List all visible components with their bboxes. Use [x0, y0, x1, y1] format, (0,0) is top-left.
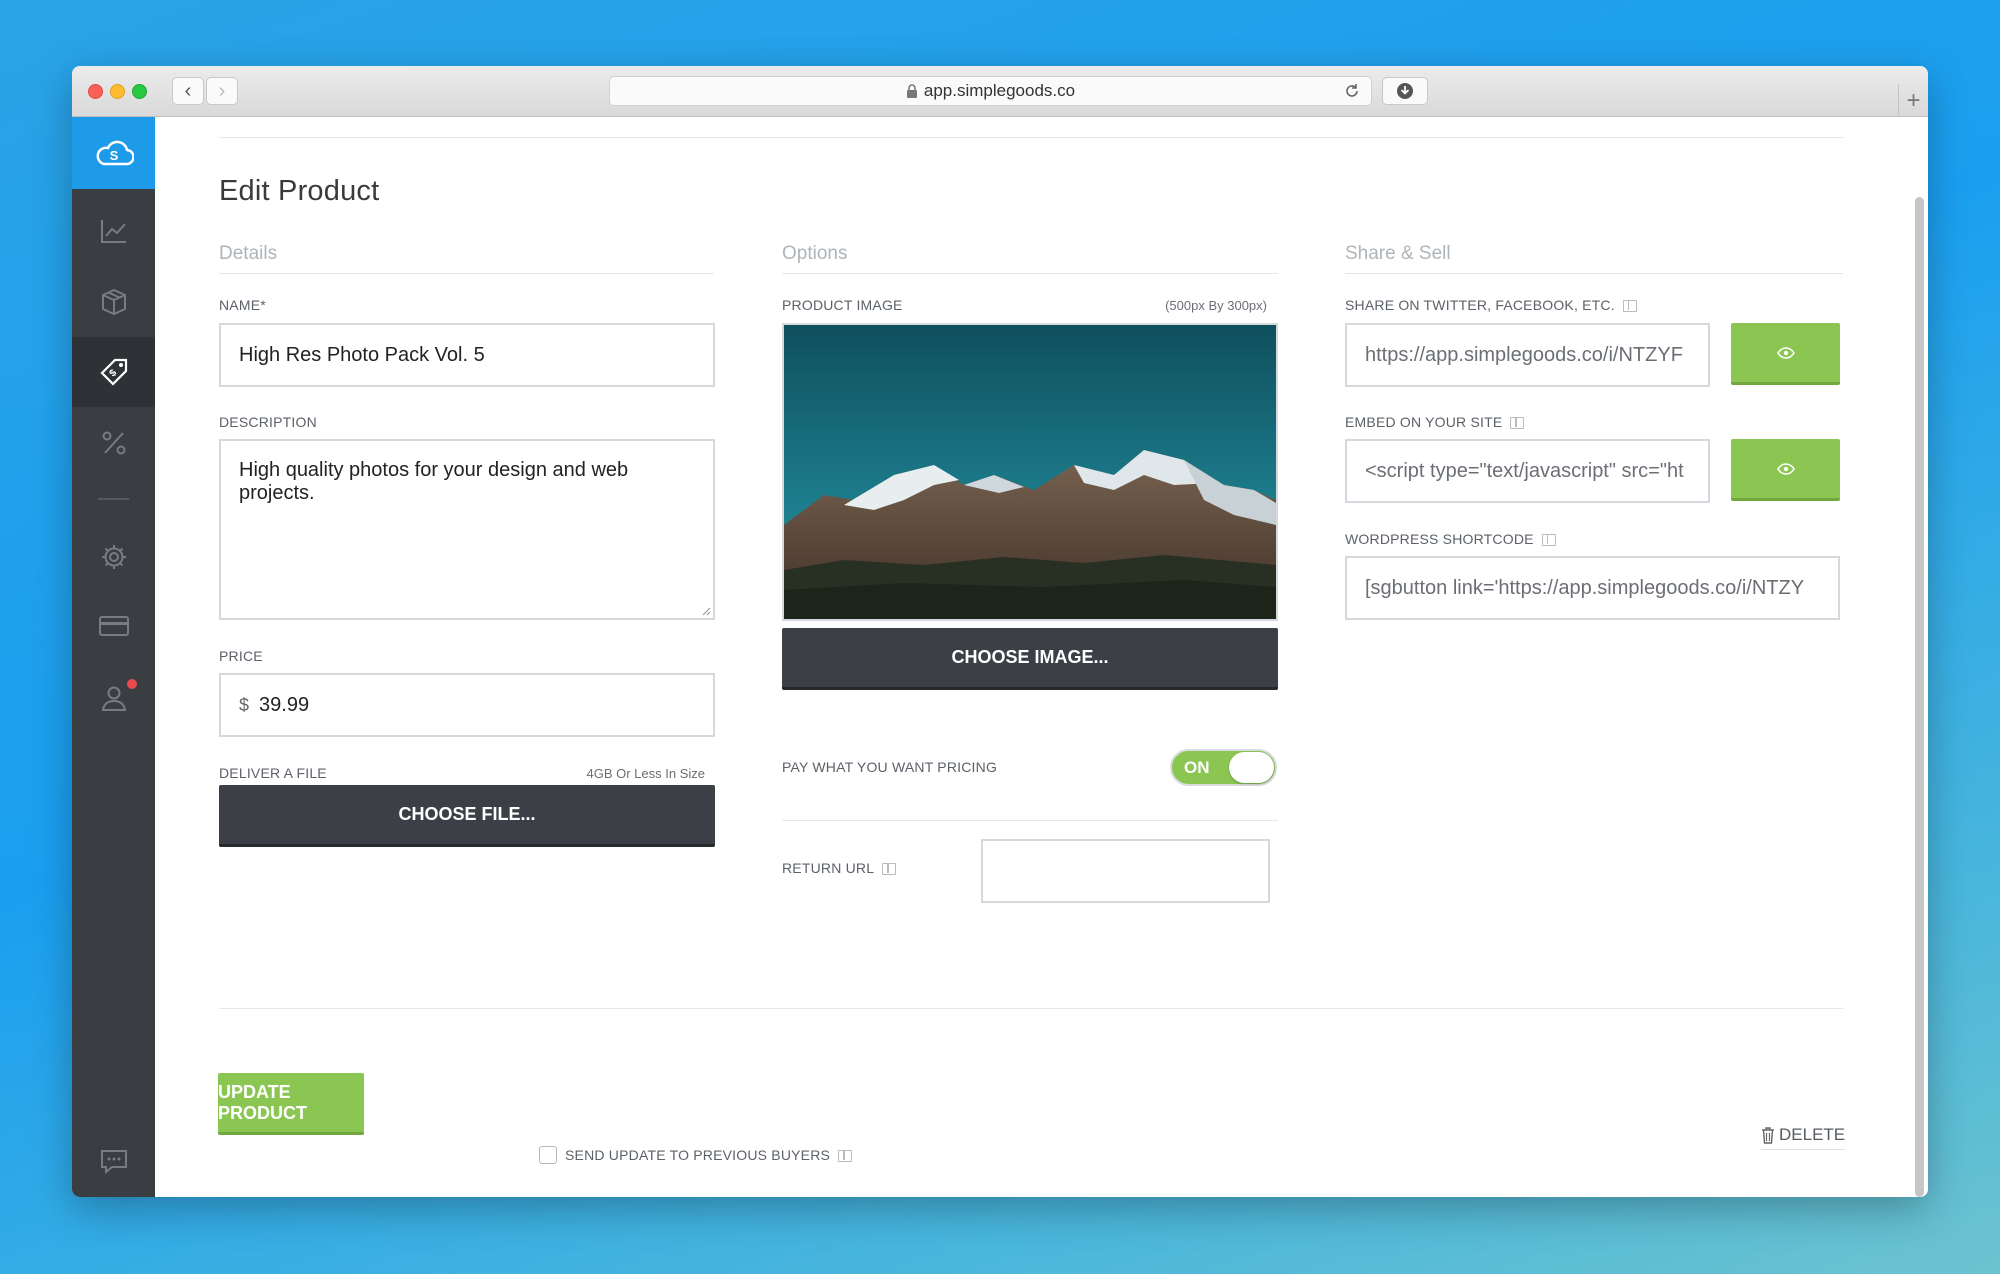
- deliver-file-label: DELIVER A FILE: [219, 765, 327, 781]
- social-share-label: SHARE ON TWITTER, FACEBOOK, ETC.: [1345, 297, 1637, 313]
- sidebar-item-settings[interactable]: [72, 522, 155, 592]
- choose-image-button[interactable]: CHOOSE IMAGE...: [782, 628, 1278, 690]
- price-label: PRICE: [219, 648, 263, 664]
- sidebar-item-products[interactable]: [72, 267, 155, 337]
- tag-icon: $: [99, 358, 127, 386]
- share-heading: Share & Sell: [1345, 243, 1843, 274]
- credit-card-icon: [98, 616, 129, 636]
- sidebar-item-billing[interactable]: [72, 591, 155, 661]
- sidebar-divider: [98, 498, 129, 500]
- chat-icon: [100, 1150, 127, 1175]
- info-icon[interactable]: [1541, 534, 1556, 547]
- minimize-window-button[interactable]: [110, 84, 125, 99]
- preview-embed-button[interactable]: [1731, 439, 1840, 501]
- percent-icon: [102, 431, 125, 455]
- info-icon[interactable]: [882, 863, 897, 876]
- new-tab-button[interactable]: +: [1898, 84, 1928, 117]
- scrollbar[interactable]: [1915, 197, 1924, 1197]
- info-icon[interactable]: [838, 1150, 853, 1163]
- toggle-knob: [1229, 752, 1274, 783]
- name-input[interactable]: High Res Photo Pack Vol. 5: [219, 323, 715, 387]
- page-title: Edit Product: [219, 175, 380, 207]
- return-url-label: RETURN URL: [782, 860, 897, 876]
- browser-window: ‹ › app.simplegoods.co + S $ Edit Produc…: [72, 66, 1928, 1197]
- close-window-button[interactable]: [88, 84, 103, 99]
- reload-icon[interactable]: [1343, 82, 1361, 100]
- embed-input[interactable]: <script type="text/javascript" src="ht: [1345, 439, 1710, 503]
- file-size-hint: 4GB Or Less In Size: [586, 766, 706, 781]
- wordpress-input[interactable]: [sgbutton link='https://app.simplegoods.…: [1345, 556, 1840, 620]
- info-icon[interactable]: [1622, 300, 1637, 313]
- image-size-hint: (500px By 300px): [1165, 298, 1267, 313]
- user-icon: [101, 686, 126, 711]
- sidebar-item-analytics[interactable]: [72, 196, 155, 266]
- return-url-input[interactable]: [981, 839, 1270, 903]
- pwyw-toggle[interactable]: ON: [1170, 749, 1277, 786]
- footer-divider: [219, 1008, 1843, 1009]
- sidebar-item-account[interactable]: [72, 663, 155, 733]
- info-icon[interactable]: [1510, 417, 1525, 430]
- currency-symbol: $: [239, 694, 250, 715]
- download-icon: [1397, 83, 1413, 99]
- product-image-label: PRODUCT IMAGE: [782, 297, 903, 313]
- main-content: Edit Product Details NAME* High Res Phot…: [155, 117, 1928, 1197]
- embed-value: <script type="text/javascript" src="ht: [1365, 459, 1684, 482]
- sidebar-item-pricing[interactable]: $: [72, 337, 155, 407]
- sidebar: S $: [72, 117, 155, 1197]
- url-text: app.simplegoods.co: [923, 81, 1076, 100]
- pwyw-label: PAY WHAT YOU WANT PRICING: [782, 759, 998, 775]
- lock-icon: [906, 84, 917, 98]
- details-heading: Details: [219, 243, 714, 274]
- eye-icon: [1776, 462, 1795, 475]
- downloads-button[interactable]: [1382, 77, 1428, 105]
- wordpress-label: WORDPRESS SHORTCODE: [1345, 531, 1556, 547]
- send-update-label: SEND UPDATE TO PREVIOUS BUYERS: [565, 1147, 853, 1163]
- cloud-logo-icon: S: [96, 140, 134, 166]
- price-value: 39.99: [259, 693, 310, 716]
- svg-text:S: S: [109, 148, 118, 163]
- product-image: [782, 323, 1278, 621]
- eye-icon: [1776, 346, 1795, 359]
- update-product-button[interactable]: UPDATE PRODUCT: [218, 1073, 364, 1135]
- description-label: DESCRIPTION: [219, 414, 317, 430]
- send-update-checkbox[interactable]: [539, 1146, 557, 1164]
- back-button[interactable]: ‹: [172, 77, 204, 105]
- toggle-state-label: ON: [1184, 758, 1210, 777]
- options-divider: [782, 820, 1278, 821]
- app-logo[interactable]: S: [72, 117, 155, 189]
- address-bar[interactable]: app.simplegoods.co: [609, 76, 1372, 106]
- delete-label: DELETE: [1779, 1125, 1846, 1144]
- resize-handle-icon[interactable]: [701, 606, 711, 616]
- name-value: High Res Photo Pack Vol. 5: [239, 343, 485, 366]
- embed-label: EMBED ON YOUR SITE: [1345, 414, 1525, 430]
- social-share-value: https://app.simplegoods.co/i/NTZYF: [1365, 343, 1683, 366]
- browser-toolbar: ‹ › app.simplegoods.co +: [72, 66, 1928, 117]
- notification-dot: [127, 679, 137, 689]
- sidebar-item-support-chat[interactable]: [72, 1127, 155, 1197]
- social-share-input[interactable]: https://app.simplegoods.co/i/NTZYF: [1345, 323, 1710, 387]
- trash-icon: [1762, 1127, 1774, 1144]
- maximize-window-button[interactable]: [132, 84, 147, 99]
- wordpress-value: [sgbutton link='https://app.simplegoods.…: [1365, 576, 1805, 599]
- sidebar-item-discounts[interactable]: [72, 408, 155, 478]
- options-heading: Options: [782, 243, 1278, 274]
- description-value: High quality photos for your design and …: [239, 459, 629, 504]
- gear-icon: [101, 545, 126, 569]
- box-icon: [101, 288, 126, 316]
- svg-text:$: $: [107, 367, 119, 379]
- top-divider: [219, 137, 1844, 138]
- analytics-icon: [100, 220, 126, 243]
- choose-file-button[interactable]: CHOOSE FILE...: [219, 785, 715, 847]
- price-input[interactable]: $ 39.99: [219, 673, 715, 737]
- forward-button[interactable]: ›: [206, 77, 238, 105]
- name-label: NAME*: [219, 297, 266, 313]
- preview-share-button[interactable]: [1731, 323, 1840, 385]
- delete-button[interactable]: DELETE: [1761, 1125, 1846, 1150]
- mountain-photo: [784, 325, 1276, 619]
- description-textarea[interactable]: High quality photos for your design and …: [219, 439, 715, 620]
